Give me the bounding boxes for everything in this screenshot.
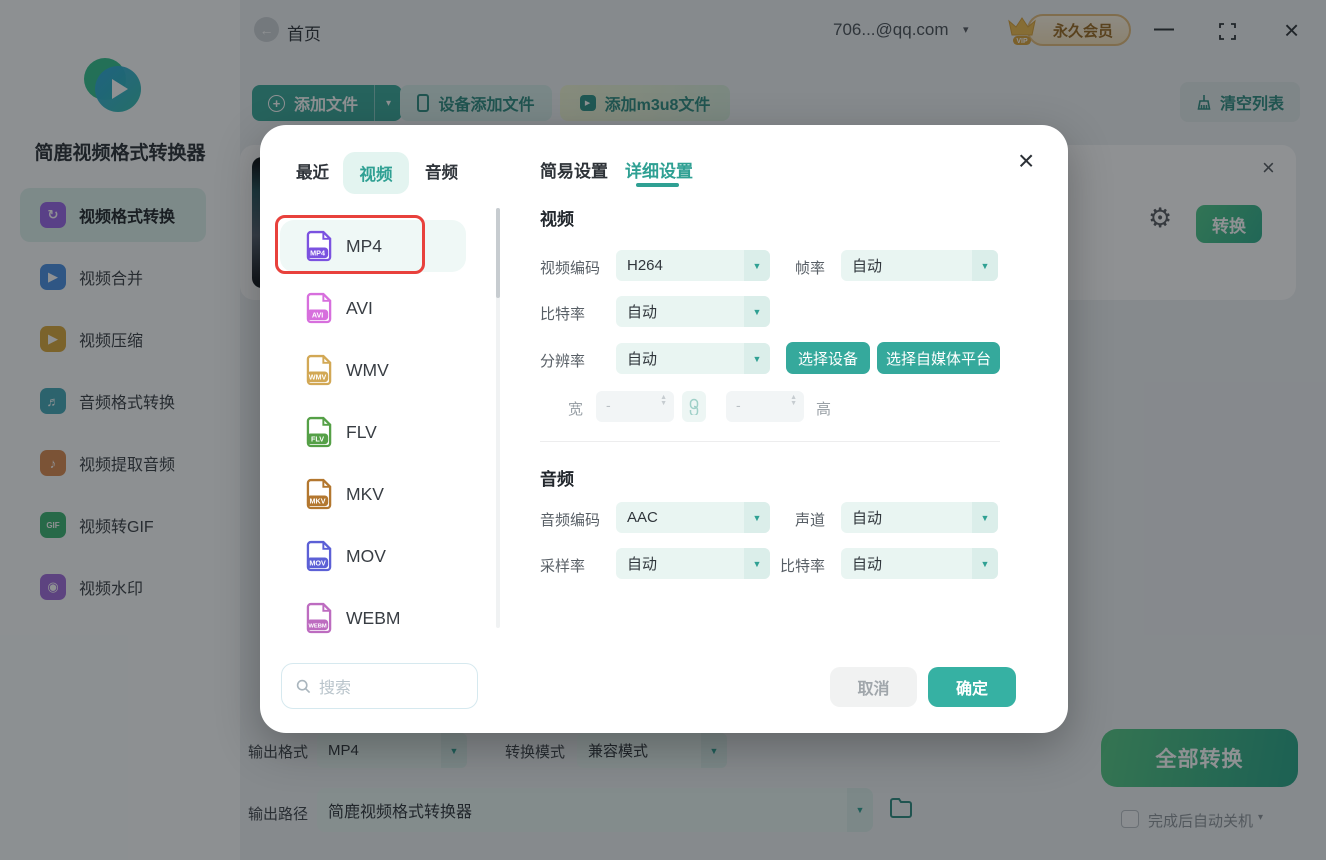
file-format-icon: WEBM — [306, 602, 332, 633]
format-label: MKV — [346, 483, 384, 504]
caret-down-icon: ▼ — [972, 548, 998, 579]
fps-select[interactable]: 自动 ▼ — [841, 250, 998, 281]
format-label: MOV — [346, 545, 386, 566]
audio-codec-label: 音频编码 — [540, 512, 601, 529]
audio-bitrate-value: 自动 — [852, 556, 883, 573]
app-window: 简鹿视频格式转换器 ↻ 视频格式转换 ▶ 视频合并 ▶ 视频压缩 ♬ 音频格式转换 ♪ 视频提取音… — [0, 0, 1326, 860]
audio-bitrate-label: 比特率 — [779, 558, 825, 575]
format-item-mov[interactable]: MOV MOV — [280, 530, 466, 582]
format-label: MP4 — [346, 235, 382, 256]
video-codec-value: H264 — [627, 257, 663, 274]
file-format-icon: MP4 — [306, 230, 332, 261]
section-divider — [540, 441, 1000, 442]
audio-codec-value: AAC — [627, 509, 658, 526]
active-tab-underline — [636, 183, 679, 187]
width-label: 宽 — [568, 401, 584, 418]
format-item-avi[interactable]: AVI AVI — [280, 282, 466, 334]
fps-label: 帧率 — [794, 260, 825, 277]
format-item-flv[interactable]: FLV FLV — [280, 406, 466, 458]
video-codec-select[interactable]: H264 ▼ — [616, 250, 770, 281]
link-aspect-icon[interactable] — [682, 391, 706, 422]
resolution-select[interactable]: 自动 ▼ — [616, 343, 770, 374]
channel-select[interactable]: 自动 ▼ — [841, 502, 998, 533]
svg-text:MOV: MOV — [309, 558, 326, 567]
height-input[interactable]: - ▲ ▼ — [726, 391, 804, 422]
resolution-value: 自动 — [627, 351, 658, 368]
width-placeholder: - — [606, 397, 611, 413]
caret-down-icon: ▼ — [972, 250, 998, 281]
search-input[interactable]: 搜索 — [281, 663, 478, 709]
confirm-button[interactable]: 确定 — [928, 667, 1016, 707]
select-device-button[interactable]: 选择设备 — [786, 342, 870, 374]
format-list-scrollbar[interactable] — [496, 208, 500, 628]
video-bitrate-select[interactable]: 自动 ▼ — [616, 296, 770, 327]
fps-value: 自动 — [852, 258, 883, 275]
sample-rate-value: 自动 — [627, 556, 658, 573]
sample-rate-select[interactable]: 自动 ▼ — [616, 548, 770, 579]
stepper-arrows-icon[interactable]: ▲ ▼ — [790, 394, 797, 406]
sample-rate-label: 采样率 — [540, 558, 586, 575]
file-format-icon: AVI — [306, 292, 332, 323]
tab-detailed-settings[interactable]: 详细设置 — [625, 157, 693, 182]
format-item-webm[interactable]: WEBM WEBM — [280, 592, 466, 644]
channel-value: 自动 — [852, 510, 883, 527]
svg-text:MKV: MKV — [310, 496, 326, 505]
close-modal-icon[interactable]: × — [1018, 147, 1034, 175]
search-icon — [296, 679, 311, 693]
tab-recent[interactable]: 最近 — [296, 159, 329, 183]
video-bitrate-value: 自动 — [627, 304, 658, 321]
tab-easy-settings[interactable]: 简易设置 — [540, 157, 608, 182]
search-placeholder: 搜索 — [319, 680, 352, 697]
height-placeholder: - — [736, 397, 741, 413]
svg-text:MP4: MP4 — [310, 248, 325, 257]
file-format-icon: MOV — [306, 540, 332, 571]
format-label: AVI — [346, 297, 373, 318]
format-label: WEBM — [346, 607, 401, 628]
svg-text:FLV: FLV — [311, 434, 324, 443]
file-format-icon: MKV — [306, 478, 332, 509]
svg-text:WEBM: WEBM — [308, 623, 326, 629]
format-label: FLV — [346, 421, 377, 442]
svg-text:AVI: AVI — [312, 310, 323, 319]
file-format-icon: WMV — [306, 354, 332, 385]
format-item-mkv[interactable]: MKV MKV — [280, 468, 466, 520]
format-item-wmv[interactable]: WMV WMV — [280, 344, 466, 396]
cancel-button[interactable]: 取消 — [830, 667, 917, 707]
video-section-title: 视频 — [540, 210, 574, 229]
caret-down-icon: ▼ — [744, 343, 770, 374]
format-item-mp4[interactable]: MP4 MP4 — [280, 220, 466, 272]
width-input[interactable]: - ▲ ▼ — [596, 391, 674, 422]
audio-bitrate-select[interactable]: 自动 ▼ — [841, 548, 998, 579]
video-bitrate-label: 比特率 — [540, 306, 586, 323]
resolution-label: 分辨率 — [540, 353, 586, 370]
format-settings-modal: 最近 视频 音频 MP4 MP4 AVI AVI WMV WMV FLV FLV MKV MKV M… — [260, 125, 1068, 733]
stepper-arrows-icon[interactable]: ▲ ▼ — [660, 394, 667, 406]
audio-section-title: 音频 — [540, 470, 574, 489]
tab-video[interactable]: 视频 — [343, 152, 409, 194]
file-format-icon: FLV — [306, 416, 332, 447]
video-codec-label: 视频编码 — [540, 260, 601, 277]
audio-codec-select[interactable]: AAC ▼ — [616, 502, 770, 533]
channel-label: 声道 — [794, 512, 825, 529]
tab-audio[interactable]: 音频 — [425, 159, 458, 183]
format-label: WMV — [346, 359, 389, 380]
scrollbar-thumb[interactable] — [496, 208, 500, 298]
svg-text:WMV: WMV — [309, 372, 327, 381]
height-label: 高 — [816, 401, 832, 418]
caret-down-icon: ▼ — [972, 502, 998, 533]
caret-down-icon: ▼ — [744, 296, 770, 327]
select-platform-button[interactable]: 选择自媒体平台 — [877, 342, 1000, 374]
